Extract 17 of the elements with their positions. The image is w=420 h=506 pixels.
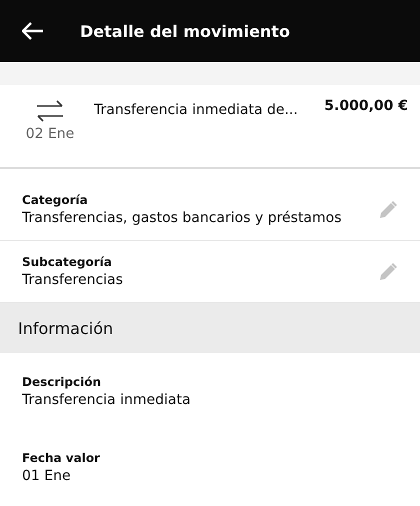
field-value: Transferencias — [22, 272, 124, 288]
back-arrow-icon — [22, 22, 44, 40]
movement-concept: Transferencia inmediata de... — [94, 102, 299, 118]
transfer-icon — [36, 100, 64, 122]
pencil-icon[interactable] — [378, 200, 398, 220]
field-value: Transferencias, gastos bancarios y préstamos — [22, 210, 343, 226]
screen-title: Detalle del movimiento — [80, 22, 290, 40]
movement-date: 02 Ene — [26, 126, 74, 142]
field-label: Descripción — [22, 374, 102, 388]
field-value: Transferencia inmediata — [22, 392, 192, 408]
field-label: Categoría — [22, 193, 89, 207]
field-label: Subcategoría — [22, 255, 113, 269]
pencil-icon[interactable] — [378, 262, 398, 282]
field-label: Fecha valor — [22, 450, 101, 464]
section-title: Información — [18, 318, 114, 338]
field-value: 01 Ene — [22, 468, 72, 484]
movement-amount: 5.000,00 € — [324, 98, 408, 114]
